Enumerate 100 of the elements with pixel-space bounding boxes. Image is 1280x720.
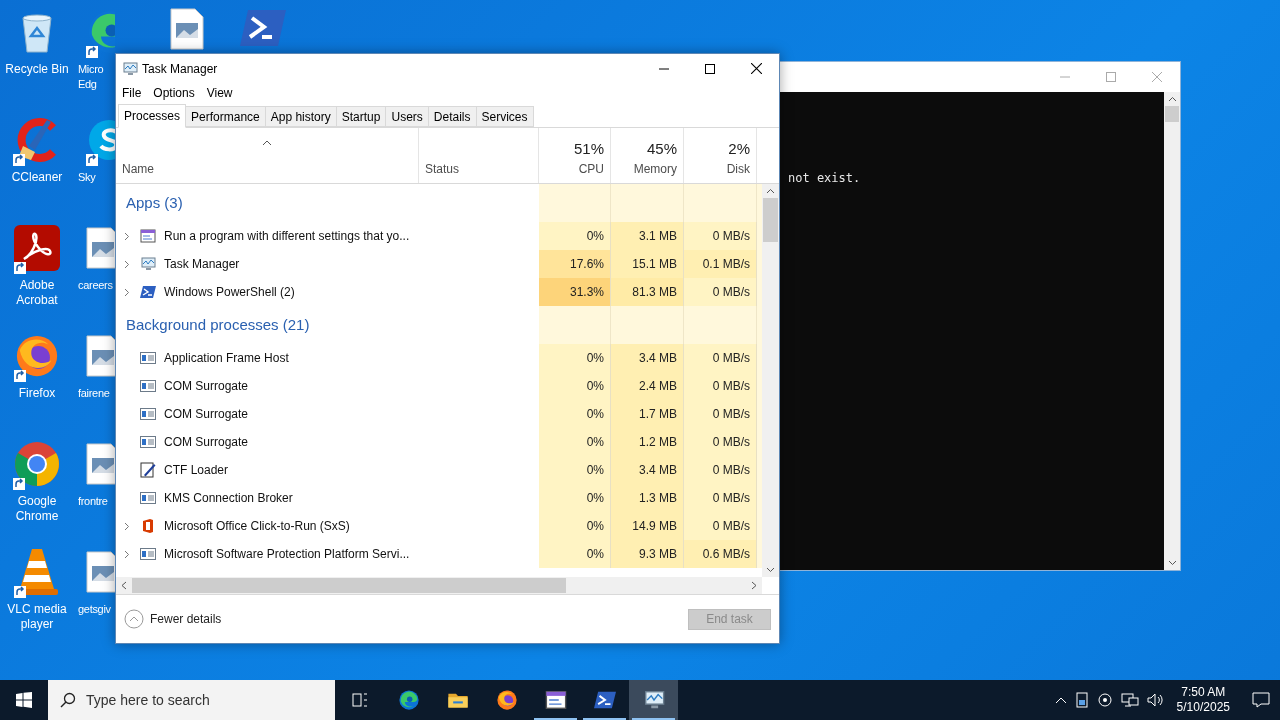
- column-header[interactable]: 51% CPU: [539, 128, 611, 183]
- tab[interactable]: Users: [386, 106, 429, 127]
- scroll-thumb[interactable]: [763, 198, 778, 242]
- desktop-icon-label[interactable]: Chrome: [15, 509, 59, 524]
- desktop-icon-label[interactable]: Micro: [78, 62, 104, 77]
- table-cell: 0 MB/s: [684, 222, 757, 250]
- desktop-icon-label[interactable]: fairene: [78, 386, 110, 401]
- edge-logo-icon: [397, 689, 420, 711]
- expand-chevron-icon[interactable]: [124, 259, 130, 269]
- column-total: 51%: [573, 138, 604, 159]
- process-name[interactable]: CTF Loader: [164, 461, 229, 479]
- table-cell: 3.4 MB: [611, 456, 684, 484]
- tab[interactable]: Processes: [118, 104, 187, 128]
- table-cell: 1.2 MB: [611, 428, 684, 456]
- desktop-icon-label[interactable]: Firefox: [18, 386, 56, 401]
- tab[interactable]: Performance: [186, 106, 266, 127]
- monitor-chart-icon: [122, 60, 138, 77]
- window-list-icon: [140, 228, 156, 244]
- menu-item[interactable]: Options: [153, 84, 195, 102]
- desktop-icon-label[interactable]: Acrobat: [16, 293, 58, 308]
- shortcut-arrow-icon: [14, 262, 26, 274]
- table-cell: 14.9 MB: [611, 512, 684, 540]
- shortcut-arrow-icon: [86, 154, 98, 166]
- process-name[interactable]: KMS Connection Broker: [164, 489, 293, 507]
- terminal-prompt-icon: [240, 8, 286, 48]
- table-cell: 0.6 MB/s: [684, 540, 757, 568]
- window-icon: [140, 378, 156, 394]
- table-cell: 0%: [539, 400, 611, 428]
- scroll-right-icon[interactable]: [749, 581, 759, 590]
- tab[interactable]: Services: [476, 106, 534, 127]
- desktop-icon-label[interactable]: careers: [78, 278, 113, 293]
- column-header[interactable]: Status: [419, 128, 539, 183]
- notification-icon[interactable]: [1252, 692, 1270, 708]
- camera-icon[interactable]: [1096, 692, 1113, 708]
- process-name[interactable]: Windows PowerShell (2): [164, 283, 295, 301]
- process-name[interactable]: COM Surrogate: [164, 377, 249, 395]
- table-cell: 0.1 MB/s: [684, 250, 757, 278]
- desktop-icon-label[interactable]: VLC media: [7, 602, 67, 617]
- desktop-icon-label[interactable]: player: [20, 617, 54, 632]
- volume-icon[interactable]: [1146, 692, 1165, 708]
- table-cell: [539, 184, 611, 222]
- column-header[interactable]: 45% Memory: [611, 128, 684, 183]
- scroll-thumb[interactable]: [132, 578, 566, 593]
- chevron-up-icon[interactable]: [1054, 696, 1067, 704]
- process-name[interactable]: Application Frame Host: [164, 349, 289, 367]
- image-file-icon: [170, 8, 204, 50]
- process-name[interactable]: COM Surrogate: [164, 405, 249, 423]
- table-cell: 0 MB/s: [684, 428, 757, 456]
- table-cell: 81.3 MB: [611, 278, 684, 306]
- desktop-icon-label[interactable]: Google: [17, 494, 57, 509]
- shortcut-arrow-icon: [14, 370, 26, 382]
- clock[interactable]: 7:50 AM 5/10/2025: [1176, 685, 1230, 715]
- vertical-scrollbar[interactable]: [1164, 92, 1180, 570]
- column-header[interactable]: 2% Disk: [684, 128, 757, 183]
- vertical-scrollbar[interactable]: [762, 184, 779, 577]
- process-name[interactable]: Microsoft Office Click-to-Run (SxS): [164, 517, 350, 535]
- console-text: not exist.: [788, 170, 862, 186]
- network-icon[interactable]: [1120, 692, 1139, 708]
- table-cell: [539, 306, 611, 344]
- expand-chevron-icon[interactable]: [124, 549, 130, 559]
- desktop-icon-label[interactable]: frontre: [78, 494, 108, 509]
- desktop-icon-label[interactable]: getsgiv: [78, 602, 111, 617]
- table-cell: 0 MB/s: [684, 484, 757, 512]
- tab[interactable]: Startup: [336, 106, 387, 127]
- tab[interactable]: App history: [265, 106, 337, 127]
- desktop-icon-label[interactable]: CCleaner: [11, 170, 63, 185]
- expand-chevron-icon[interactable]: [124, 521, 130, 531]
- scroll-thumb[interactable]: [1165, 106, 1179, 122]
- process-name[interactable]: Microsoft Software Protection Platform Servi...: [164, 545, 410, 563]
- collapse-circle-icon[interactable]: [124, 609, 144, 629]
- column-header[interactable]: Name: [116, 128, 419, 183]
- process-name[interactable]: Run a program with different settings that yo...: [164, 227, 410, 245]
- process-name[interactable]: COM Surrogate: [164, 433, 249, 451]
- desktop-icon-label[interactable]: Adobe: [19, 278, 55, 293]
- menu-item[interactable]: View: [206, 84, 233, 102]
- expand-chevron-icon[interactable]: [124, 231, 130, 241]
- table-cell: 0%: [539, 456, 611, 484]
- table-cell: 3.4 MB: [611, 344, 684, 372]
- taskbar-app[interactable]: [629, 680, 678, 720]
- expand-chevron-icon[interactable]: [124, 287, 130, 297]
- desktop-icon-label[interactable]: Sky: [78, 170, 96, 185]
- table-cell: 0%: [539, 540, 611, 568]
- scroll-left-icon[interactable]: [119, 581, 129, 590]
- drive-icon[interactable]: [1074, 692, 1089, 708]
- table-cell: 3.1 MB: [611, 222, 684, 250]
- horizontal-scrollbar[interactable]: [116, 577, 762, 594]
- process-name[interactable]: Task Manager: [164, 255, 240, 273]
- search-field[interactable]: Type here to search: [48, 680, 335, 720]
- table-cell: 15.1 MB: [611, 250, 684, 278]
- fewer-details-link[interactable]: Fewer details: [150, 610, 222, 628]
- desktop-icon-label[interactable]: Recycle Bin: [5, 62, 69, 77]
- menu-item[interactable]: File: [122, 84, 142, 102]
- search-icon: [60, 692, 76, 708]
- tab[interactable]: Details: [428, 106, 477, 127]
- column-label: CPU: [578, 161, 604, 178]
- close-icon: [750, 63, 762, 74]
- table-cell: 9.3 MB: [611, 540, 684, 568]
- desktop-icon-label[interactable]: Edg: [78, 77, 97, 92]
- table-cell: 2.4 MB: [611, 372, 684, 400]
- terminal-prompt-icon: [593, 689, 616, 711]
